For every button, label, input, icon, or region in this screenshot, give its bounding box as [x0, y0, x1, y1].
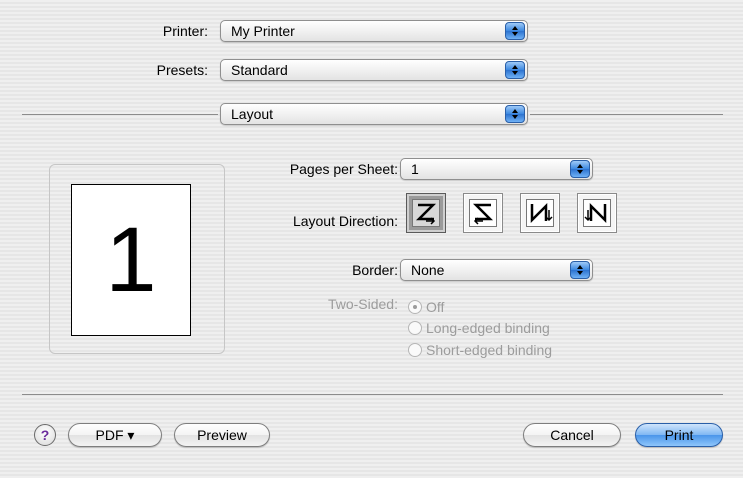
direction-z-button[interactable]: [406, 193, 446, 233]
border-label: Border:: [352, 262, 398, 278]
pdf-button[interactable]: PDF ▾: [68, 423, 162, 447]
printer-value: My Printer: [231, 23, 295, 39]
pane-popup[interactable]: Layout: [220, 103, 528, 125]
pages-per-sheet-value: 1: [411, 161, 419, 177]
n-top-bottom-right-icon: [584, 202, 607, 224]
popup-arrows-icon: [505, 22, 525, 40]
printer-popup[interactable]: My Printer: [220, 20, 528, 42]
popup-arrows-icon: [505, 105, 525, 123]
two-sided-short-edge-radio[interactable]: Short-edged binding: [408, 342, 552, 358]
popup-arrows-icon: [505, 61, 525, 79]
top-separator-right: [530, 114, 723, 115]
z-left-right-icon: [415, 203, 437, 225]
two-sided-long-edge-label: Long-edged binding: [426, 320, 550, 336]
two-sided-label: Two-Sided:: [327, 296, 398, 312]
bottom-separator: [22, 394, 723, 395]
border-value: None: [411, 262, 445, 278]
preview-sheet: 1: [71, 184, 191, 336]
pages-per-sheet-popup[interactable]: 1: [400, 158, 593, 180]
popup-arrows-icon: [570, 160, 590, 178]
n-top-bottom-left-icon: [530, 202, 553, 224]
two-sided-off-label: Off: [426, 299, 445, 315]
direction-n-right-button[interactable]: [577, 193, 617, 233]
radio-selected-icon: [408, 300, 422, 314]
printer-label: Printer:: [162, 23, 208, 39]
top-separator-left: [22, 114, 218, 115]
presets-popup[interactable]: Standard: [220, 59, 528, 81]
border-popup[interactable]: None: [400, 259, 593, 281]
radio-unselected-icon: [408, 343, 422, 357]
presets-label: Presets:: [156, 62, 208, 78]
pane-value: Layout: [231, 106, 274, 122]
direction-s-button[interactable]: [463, 193, 503, 233]
two-sided-long-edge-radio[interactable]: Long-edged binding: [408, 320, 550, 336]
cancel-button[interactable]: Cancel: [523, 423, 621, 447]
preview-page-number: 1: [105, 209, 157, 311]
two-sided-off-radio[interactable]: Off: [408, 299, 444, 315]
print-button[interactable]: Print: [635, 423, 723, 447]
pages-per-sheet-label: Pages per Sheet:: [289, 161, 398, 177]
radio-unselected-icon: [408, 321, 422, 335]
help-button[interactable]: ?: [34, 424, 56, 446]
layout-direction-label: Layout Direction:: [292, 213, 398, 229]
two-sided-short-edge-label: Short-edged binding: [426, 342, 553, 358]
s-right-left-icon: [472, 203, 494, 225]
direction-n-left-button[interactable]: [520, 193, 560, 233]
presets-value: Standard: [231, 62, 288, 78]
preview-button[interactable]: Preview: [174, 423, 270, 447]
popup-arrows-icon: [570, 261, 590, 279]
